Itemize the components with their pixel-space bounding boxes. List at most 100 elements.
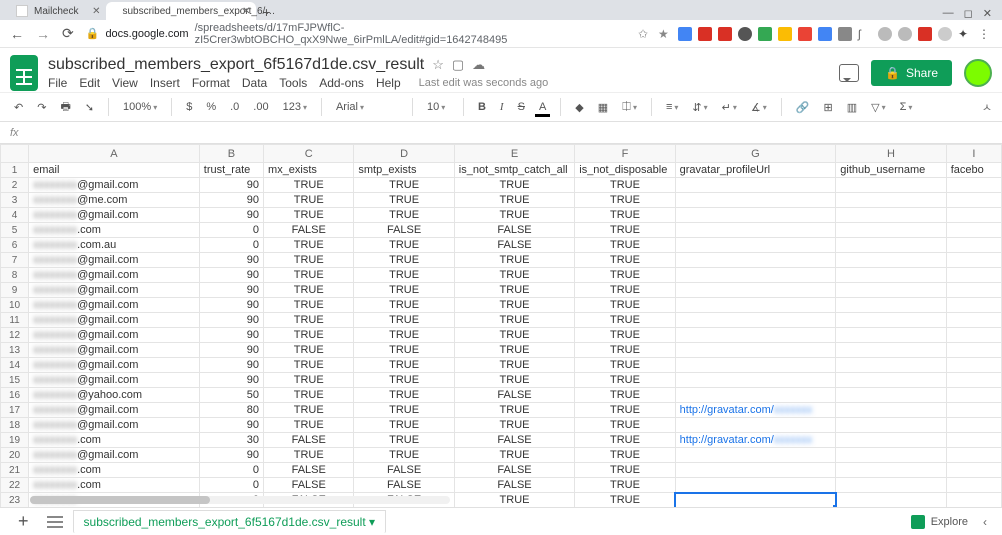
valign-button[interactable]: ⇵ [688, 99, 711, 116]
cell-trust[interactable]: 0 [199, 238, 263, 253]
horizontal-scrollbar[interactable] [30, 496, 450, 504]
explore-button[interactable]: Explore [911, 515, 968, 529]
cell-catch[interactable]: FALSE [454, 478, 574, 493]
menu-tools[interactable]: Tools [279, 76, 307, 90]
browser-tab-sheets[interactable]: subscribed_members_export_6/… ✕ [106, 2, 256, 20]
cell-facebook[interactable] [946, 178, 1001, 193]
cell-smtp[interactable]: TRUE [354, 193, 454, 208]
forward-button[interactable]: → [36, 26, 50, 42]
menu-data[interactable]: Data [242, 76, 267, 90]
row-header[interactable]: 4 [1, 208, 29, 223]
italic-button[interactable]: I [496, 99, 508, 115]
row-header[interactable]: 8 [1, 268, 29, 283]
cell-trust[interactable]: 90 [199, 313, 263, 328]
cell-github[interactable] [836, 493, 946, 508]
row-header[interactable]: 7 [1, 253, 29, 268]
column-header-H[interactable]: H [836, 145, 946, 163]
cell[interactable]: email [29, 163, 200, 178]
cell-trust[interactable]: 50 [199, 388, 263, 403]
cell-gravatar[interactable] [675, 268, 836, 283]
cell-gravatar[interactable]: http://gravatar.com/xxxxxxx [675, 403, 836, 418]
cell-catch[interactable]: FALSE [454, 433, 574, 448]
cell-gravatar[interactable] [675, 298, 836, 313]
cell-email[interactable]: xxxxxxxx@gmail.com [29, 448, 200, 463]
cell-email[interactable]: xxxxxxxx.com [29, 433, 200, 448]
cell-mx[interactable]: TRUE [264, 328, 354, 343]
cell-email[interactable]: xxxxxxxx@gmail.com [29, 373, 200, 388]
cell-gravatar[interactable] [675, 493, 836, 508]
cell-smtp[interactable]: TRUE [354, 208, 454, 223]
column-header-B[interactable]: B [199, 145, 263, 163]
cell[interactable]: facebo [946, 163, 1001, 178]
cell-catch[interactable]: TRUE [454, 493, 574, 508]
cell-mx[interactable]: TRUE [264, 403, 354, 418]
cell-facebook[interactable] [946, 328, 1001, 343]
corner-cell[interactable] [1, 145, 29, 163]
cell-trust[interactable]: 90 [199, 418, 263, 433]
cell-email[interactable]: xxxxxxxx@gmail.com [29, 178, 200, 193]
window-min-icon[interactable]: — [943, 7, 954, 20]
cell-catch[interactable]: TRUE [454, 403, 574, 418]
cell-email[interactable]: xxxxxxxx@gmail.com [29, 208, 200, 223]
cell-smtp[interactable]: TRUE [354, 178, 454, 193]
add-sheet-button[interactable]: + [10, 511, 37, 532]
menu-add-ons[interactable]: Add-ons [319, 76, 364, 90]
menu-insert[interactable]: Insert [150, 76, 180, 90]
ext-icon[interactable] [758, 27, 772, 41]
cell-gravatar[interactable] [675, 328, 836, 343]
cell-mx[interactable]: FALSE [264, 433, 354, 448]
cell-github[interactable] [836, 268, 946, 283]
cell-gravatar[interactable] [675, 478, 836, 493]
zoom-select[interactable]: 100% [119, 99, 161, 115]
window-close-icon[interactable]: ✕ [983, 7, 992, 20]
row-header[interactable]: 9 [1, 283, 29, 298]
column-header-D[interactable]: D [354, 145, 454, 163]
row-header[interactable]: 6 [1, 238, 29, 253]
cell-disp[interactable]: TRUE [575, 418, 675, 433]
move-icon[interactable]: ▢ [452, 57, 464, 73]
column-header-C[interactable]: C [264, 145, 354, 163]
decrease-decimal-button[interactable]: .0 [226, 99, 243, 115]
functions-button[interactable]: Σ [896, 99, 917, 115]
cell[interactable]: trust_rate [199, 163, 263, 178]
cell-mx[interactable]: TRUE [264, 373, 354, 388]
cell-github[interactable] [836, 358, 946, 373]
cell-github[interactable] [836, 223, 946, 238]
cell[interactable]: is_not_smtp_catch_all [454, 163, 574, 178]
cell-trust[interactable]: 90 [199, 373, 263, 388]
column-header-E[interactable]: E [454, 145, 574, 163]
cell-trust[interactable]: 80 [199, 403, 263, 418]
cell-trust[interactable]: 90 [199, 298, 263, 313]
ext-icon[interactable] [818, 27, 832, 41]
cell-github[interactable] [836, 343, 946, 358]
cell-github[interactable] [836, 238, 946, 253]
cell-github[interactable] [836, 178, 946, 193]
cell-smtp[interactable]: FALSE [354, 223, 454, 238]
cell-gravatar[interactable] [675, 313, 836, 328]
cell-facebook[interactable] [946, 283, 1001, 298]
cell-trust[interactable]: 90 [199, 193, 263, 208]
cell-mx[interactable]: FALSE [264, 478, 354, 493]
cell-trust[interactable]: 90 [199, 178, 263, 193]
cell-github[interactable] [836, 433, 946, 448]
cell-smtp[interactable]: TRUE [354, 253, 454, 268]
account-avatar[interactable] [964, 59, 992, 87]
cell-mx[interactable]: TRUE [264, 178, 354, 193]
cell-github[interactable] [836, 298, 946, 313]
cell-disp[interactable]: TRUE [575, 328, 675, 343]
row-header[interactable]: 1 [1, 163, 29, 178]
undo-button[interactable]: ↶ [10, 99, 27, 116]
cell-disp[interactable]: TRUE [575, 403, 675, 418]
row-header[interactable]: 5 [1, 223, 29, 238]
ext-icon[interactable] [838, 27, 852, 41]
cell-email[interactable]: xxxxxxxx.com [29, 463, 200, 478]
strike-button[interactable]: S [514, 99, 529, 115]
row-header[interactable]: 22 [1, 478, 29, 493]
cell-gravatar[interactable] [675, 448, 836, 463]
cell-gravatar[interactable] [675, 223, 836, 238]
cell-github[interactable] [836, 418, 946, 433]
column-header-I[interactable]: I [946, 145, 1001, 163]
cell-email[interactable]: xxxxxxxx@gmail.com [29, 343, 200, 358]
cell-facebook[interactable] [946, 403, 1001, 418]
cell-email[interactable]: xxxxxxxx@gmail.com [29, 313, 200, 328]
